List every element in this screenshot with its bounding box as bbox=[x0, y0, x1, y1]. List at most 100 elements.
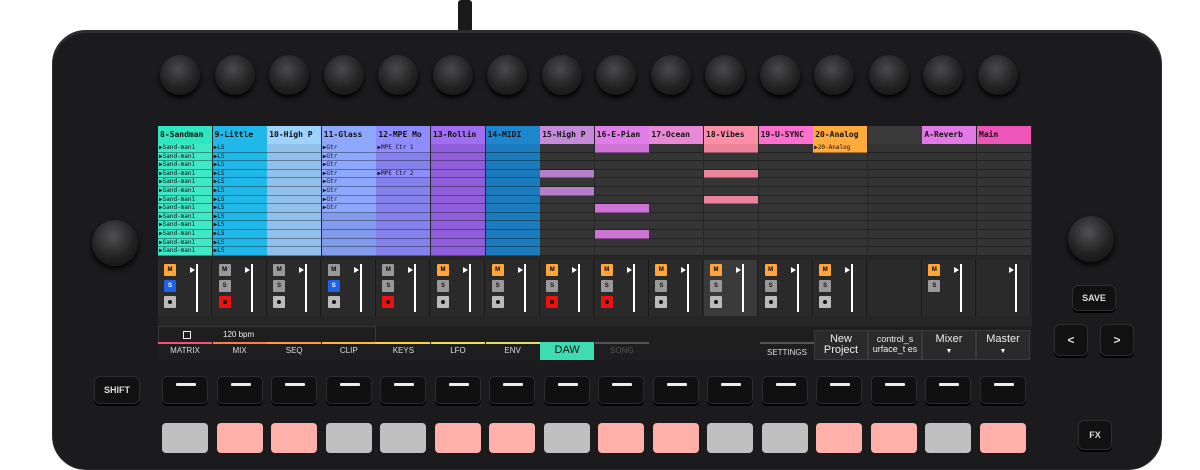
scene-button[interactable] bbox=[761, 376, 808, 404]
record-arm-button[interactable] bbox=[819, 296, 832, 308]
scene-button[interactable] bbox=[271, 376, 317, 404]
record-arm-button[interactable] bbox=[764, 296, 777, 308]
clip-slot[interactable] bbox=[649, 247, 704, 256]
clip-slot[interactable] bbox=[867, 169, 922, 179]
clip-slot[interactable] bbox=[758, 161, 813, 170]
scene-button[interactable] bbox=[434, 376, 481, 404]
clip-slot[interactable] bbox=[922, 238, 977, 248]
clip-slot[interactable] bbox=[867, 229, 922, 239]
track-header[interactable]: 20-Analog bbox=[813, 126, 868, 144]
track-header[interactable] bbox=[867, 126, 922, 144]
mute-button[interactable]: M bbox=[437, 264, 449, 276]
clip-slot[interactable] bbox=[267, 229, 322, 239]
scene-button[interactable] bbox=[925, 376, 971, 404]
clip-slot[interactable] bbox=[649, 204, 704, 213]
clip-slot[interactable]: ▶Gtr bbox=[321, 178, 376, 187]
clip-slot[interactable]: ▶Sand-man1 bbox=[158, 221, 212, 230]
clip-slot[interactable]: ▶Gtr bbox=[321, 152, 376, 162]
tab-seq[interactable]: SEQ bbox=[267, 346, 321, 360]
clip-slot[interactable]: ▶MPE Ctr 1 bbox=[376, 144, 431, 153]
clip-slot[interactable] bbox=[922, 212, 977, 222]
clip-slot[interactable] bbox=[540, 161, 595, 170]
clip-slot[interactable] bbox=[649, 238, 704, 248]
encoder-knob[interactable] bbox=[160, 55, 200, 95]
clip-slot[interactable] bbox=[867, 212, 922, 222]
clip-slot[interactable] bbox=[376, 238, 431, 248]
volume-fader[interactable] bbox=[790, 264, 799, 312]
clip-slot[interactable] bbox=[922, 195, 977, 205]
clip-slot[interactable] bbox=[977, 161, 1031, 170]
clip-slot[interactable] bbox=[431, 144, 485, 153]
clip-slot[interactable] bbox=[922, 161, 977, 170]
clip-slot[interactable] bbox=[758, 204, 813, 213]
clip-slot[interactable] bbox=[485, 169, 540, 179]
tab-song[interactable]: SONG bbox=[595, 346, 649, 360]
clip-slot[interactable]: ▶MPE Ctr 2 bbox=[376, 169, 431, 179]
new-project-button[interactable]: New Project bbox=[814, 330, 868, 360]
clip-slot[interactable] bbox=[594, 212, 649, 222]
clip-slot[interactable] bbox=[594, 247, 649, 256]
record-arm-button[interactable] bbox=[655, 296, 668, 308]
clip-slot[interactable] bbox=[485, 204, 540, 213]
clip-slot[interactable] bbox=[540, 144, 595, 153]
clip-slot[interactable] bbox=[704, 186, 758, 196]
solo-button[interactable]: S bbox=[218, 280, 231, 292]
pad[interactable] bbox=[870, 423, 917, 453]
volume-fader[interactable] bbox=[954, 264, 963, 312]
clip-slot[interactable] bbox=[540, 229, 595, 239]
volume-fader[interactable] bbox=[845, 264, 854, 312]
tab-mix[interactable]: MIX bbox=[213, 346, 267, 360]
tab-matrix[interactable]: MATRIX bbox=[158, 346, 212, 360]
clip-slot[interactable] bbox=[267, 195, 322, 205]
clip-slot[interactable]: ▶LS bbox=[212, 238, 267, 248]
clip-slot[interactable] bbox=[813, 186, 868, 196]
clip-slot[interactable] bbox=[267, 161, 322, 170]
clip-slot[interactable] bbox=[594, 195, 649, 205]
clip-slot[interactable] bbox=[485, 238, 540, 248]
clip-slot[interactable] bbox=[867, 247, 922, 256]
volume-fader[interactable] bbox=[736, 264, 744, 312]
volume-fader[interactable] bbox=[244, 264, 253, 312]
pad[interactable] bbox=[380, 423, 426, 453]
pad[interactable] bbox=[707, 423, 753, 453]
clip-slot[interactable] bbox=[649, 169, 704, 179]
clip-slot[interactable] bbox=[649, 186, 704, 196]
track-header[interactable]: 11-Glass bbox=[321, 126, 376, 144]
clip-slot[interactable] bbox=[977, 178, 1031, 187]
clip-slot[interactable] bbox=[540, 186, 595, 196]
encoder-knob[interactable] bbox=[487, 55, 527, 95]
pad[interactable] bbox=[216, 423, 263, 453]
clip-slot[interactable] bbox=[267, 221, 322, 230]
clip-slot[interactable] bbox=[813, 178, 868, 187]
clip-slot[interactable] bbox=[431, 229, 485, 239]
clip-slot[interactable]: ▶Sand-man1 bbox=[158, 204, 212, 213]
clip-slot[interactable]: ▶Gtr bbox=[321, 186, 376, 196]
clip-slot[interactable] bbox=[267, 152, 322, 162]
clip-slot[interactable] bbox=[649, 212, 704, 222]
clip-slot[interactable] bbox=[540, 247, 595, 256]
mute-button[interactable]: M bbox=[491, 264, 504, 276]
clip-slot[interactable]: ▶Sand-man1 bbox=[158, 161, 212, 170]
tab-keys[interactable]: KEYS bbox=[376, 346, 430, 360]
clip-slot[interactable] bbox=[376, 221, 431, 230]
solo-button[interactable]: S bbox=[600, 280, 613, 292]
mute-button[interactable]: M bbox=[164, 264, 176, 276]
clip-slot[interactable] bbox=[977, 221, 1031, 230]
clip-slot[interactable] bbox=[922, 221, 977, 230]
scene-button[interactable] bbox=[707, 376, 753, 404]
mute-button[interactable]: M bbox=[655, 264, 668, 276]
clip-slot[interactable] bbox=[376, 161, 431, 170]
clip-slot[interactable] bbox=[594, 186, 649, 196]
volume-fader[interactable] bbox=[572, 264, 581, 312]
prev-button[interactable]: < bbox=[1054, 324, 1088, 356]
clip-slot[interactable] bbox=[704, 221, 758, 230]
clip-slot[interactable] bbox=[922, 186, 977, 196]
solo-button[interactable]: S bbox=[437, 280, 449, 292]
solo-button[interactable]: S bbox=[710, 280, 722, 292]
record-arm-button[interactable] bbox=[546, 296, 559, 308]
pad[interactable] bbox=[652, 423, 699, 453]
volume-fader[interactable] bbox=[626, 264, 635, 312]
clip-slot[interactable] bbox=[704, 204, 758, 213]
clip-slot[interactable]: ▶LS bbox=[212, 169, 267, 179]
left-main-knob[interactable] bbox=[92, 220, 138, 266]
